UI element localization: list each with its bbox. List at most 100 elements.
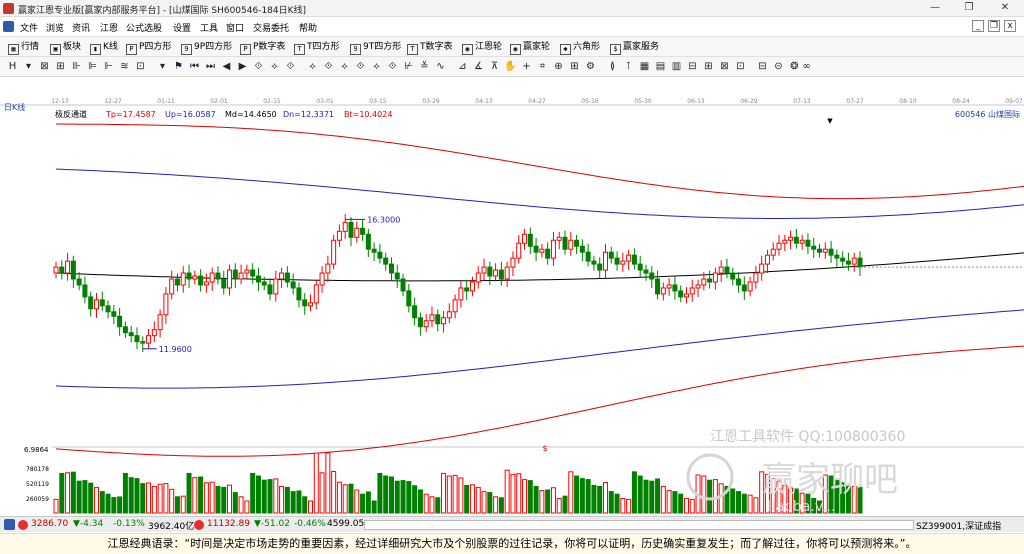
toolbar-button-6[interactable]: T T四方形 [294, 40, 340, 55]
menu-item-8[interactable]: 交易委托 [253, 21, 289, 34]
candle-up[interactable] [718, 266, 724, 274]
candle-up[interactable] [683, 293, 689, 298]
candle-down[interactable] [377, 251, 383, 259]
candle-down[interactable] [412, 305, 418, 319]
candle-up[interactable] [423, 320, 429, 328]
candle-down[interactable] [70, 260, 76, 280]
candle-down[interactable] [99, 299, 105, 307]
candle-up[interactable] [782, 239, 788, 244]
candle-down[interactable] [215, 272, 221, 280]
candle-up[interactable] [452, 299, 458, 313]
candle-up[interactable] [163, 293, 169, 316]
drawing-tool-icon-9[interactable]: ▾ [156, 60, 169, 73]
candle-up[interactable] [192, 275, 198, 280]
candle-down[interactable] [267, 284, 273, 295]
toolbar-button-3[interactable]: P P四方形 [126, 40, 171, 55]
drawing-tool-icon-36[interactable]: ≬ [606, 60, 619, 73]
candle-down[interactable] [134, 335, 140, 343]
candle-down[interactable] [724, 266, 730, 274]
drawing-tool-icon-14[interactable]: ▶ [236, 60, 249, 73]
candle-up[interactable] [227, 269, 233, 289]
toolbar-button-9[interactable]: ◉ 江恩轮 [462, 40, 502, 55]
candle-up[interactable] [695, 284, 701, 289]
candle-down[interactable] [250, 269, 256, 277]
drawing-tool-icon-38[interactable]: ▦ [638, 60, 651, 73]
candle-up[interactable] [244, 269, 250, 274]
candle-up[interactable] [660, 287, 666, 295]
drawing-tool-icon-34[interactable]: ⊞ [568, 60, 581, 73]
candle-up[interactable] [510, 257, 516, 268]
candle-down[interactable] [678, 290, 684, 298]
drawing-tool-icon-1[interactable]: ▾ [22, 60, 35, 73]
candle-down[interactable] [388, 263, 394, 274]
drawing-tool-icon-44[interactable]: ⊡ [734, 60, 747, 73]
candle-down[interactable] [296, 287, 302, 301]
candle-down[interactable] [741, 284, 747, 292]
candle-down[interactable] [707, 278, 713, 283]
candle-down[interactable] [487, 266, 493, 277]
candle-down[interactable] [82, 284, 88, 298]
candle-up[interactable] [539, 248, 545, 253]
toolbar-button-7[interactable]: 9 9T四方形 [350, 40, 401, 55]
candle-up[interactable] [522, 233, 528, 244]
menu-item-3[interactable]: 江恩 [100, 21, 118, 34]
candle-down[interactable] [631, 254, 637, 265]
candle-down[interactable] [655, 278, 661, 295]
candle-up[interactable] [313, 284, 319, 304]
candle-up[interactable] [689, 287, 695, 295]
drawing-tool-icon-33[interactable]: ⊕ [552, 60, 565, 73]
minimize-button[interactable]: — [918, 0, 952, 16]
drawing-tool-icon-17[interactable]: ⟐ [284, 60, 297, 73]
candle-up[interactable] [146, 335, 152, 344]
candle-down[interactable] [105, 305, 111, 313]
candle-up[interactable] [336, 230, 342, 241]
candle-down[interactable] [834, 254, 840, 259]
candle-up[interactable] [169, 278, 175, 295]
candle-down[interactable] [302, 299, 308, 307]
candle-up[interactable] [279, 272, 285, 280]
close-button[interactable]: ✕ [988, 0, 1022, 16]
candle-down[interactable] [793, 236, 799, 244]
toolbar-button-5[interactable]: P P数字表 [240, 40, 285, 55]
candle-down[interactable] [591, 260, 597, 265]
drawing-tool-icon-42[interactable]: ⊞ [702, 60, 715, 73]
candle-down[interactable] [360, 227, 366, 235]
candle-up[interactable] [151, 329, 157, 337]
menu-item-7[interactable]: 窗口 [226, 21, 244, 34]
drawing-tool-icon-31[interactable]: + [520, 60, 533, 73]
drawing-tool-icon-45[interactable]: ⊟ [756, 60, 769, 73]
candle-down[interactable] [840, 257, 846, 262]
drawing-tool-icon-37[interactable]: ⊺ [622, 60, 635, 73]
candle-up[interactable] [788, 236, 794, 241]
candle-down[interactable] [857, 257, 863, 268]
candle-up[interactable] [469, 281, 475, 292]
candle-up[interactable] [776, 242, 782, 250]
drawing-tool-icon-6[interactable]: ⊩ [102, 60, 115, 73]
candle-down[interactable] [198, 275, 204, 286]
candle-up[interactable] [93, 299, 99, 310]
drawing-tool-icon-23[interactable]: ⟐ [386, 60, 399, 73]
candle-down[interactable] [284, 272, 290, 283]
candle-up[interactable] [568, 239, 574, 250]
candle-up[interactable] [53, 266, 59, 274]
drawing-tool-icon-5[interactable]: ⊫ [86, 60, 99, 73]
candle-down[interactable] [435, 314, 441, 325]
mdi-minimize-button[interactable]: _ [972, 20, 984, 32]
toolbar-button-1[interactable]: ▣ 板块 [50, 40, 81, 55]
candle-down[interactable] [533, 245, 539, 253]
drawing-tool-icon-41[interactable]: ⊟ [686, 60, 699, 73]
menu-item-1[interactable]: 浏览 [46, 21, 64, 34]
mdi-close-button[interactable]: x [1004, 20, 1016, 32]
candle-down[interactable] [562, 236, 568, 250]
restore-button[interactable]: ❐ [952, 0, 986, 16]
candle-up[interactable] [550, 239, 556, 259]
candle-down[interactable] [261, 281, 267, 286]
candle-down[interactable] [643, 269, 649, 274]
candle-up[interactable] [747, 281, 753, 292]
candle-up[interactable] [701, 278, 707, 286]
candle-up[interactable] [157, 314, 163, 331]
candle-down[interactable] [400, 278, 406, 292]
candle-up[interactable] [481, 266, 487, 274]
toolbar-button-0[interactable]: ▦ 行情 [8, 40, 39, 55]
candle-down[interactable] [672, 284, 678, 292]
